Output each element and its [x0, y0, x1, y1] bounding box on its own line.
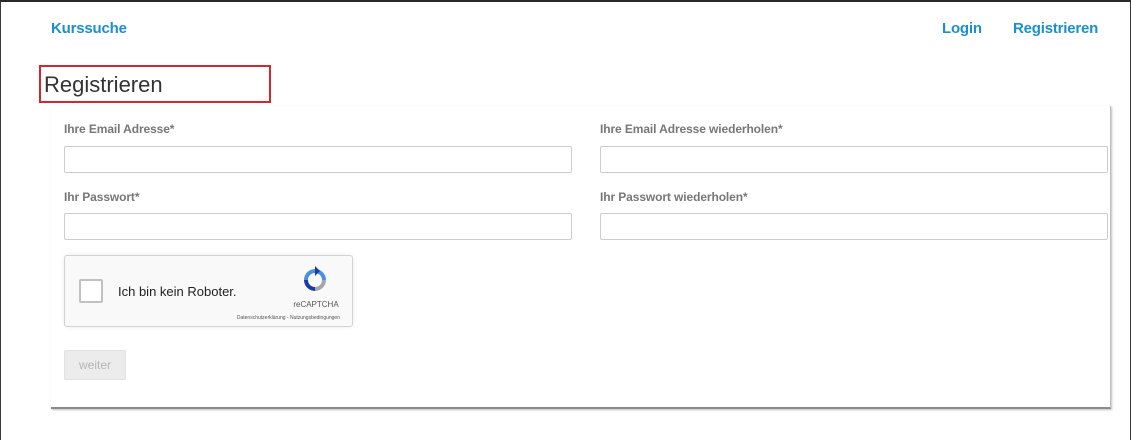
- weiter-button[interactable]: weiter: [64, 350, 126, 380]
- recaptcha-widget: Ich bin kein Roboter. reCAPTCHA Datensch…: [64, 255, 353, 327]
- recaptcha-checkbox[interactable]: [79, 279, 103, 303]
- nav-register-link[interactable]: Registrieren: [1013, 20, 1098, 37]
- password-label: Ihr Passwort*: [64, 190, 140, 204]
- recaptcha-label: Ich bin kein Roboter.: [118, 284, 237, 299]
- password-field[interactable]: [64, 213, 572, 240]
- top-divider: [0, 0, 1131, 2]
- password-repeat-field[interactable]: [600, 213, 1108, 240]
- password-repeat-label: Ihr Passwort wiederholen*: [600, 190, 748, 204]
- page-title: Registrieren: [44, 72, 163, 97]
- nav-kurssuche-link[interactable]: Kurssuche: [51, 20, 127, 37]
- recaptcha-brand: reCAPTCHA: [293, 300, 339, 309]
- recaptcha-terms-links[interactable]: Datenschutzerklärung - Nutzungsbedingung…: [237, 315, 340, 321]
- email-label: Ihre Email Adresse*: [64, 122, 175, 136]
- email-repeat-label: Ihre Email Adresse wiederholen*: [600, 122, 783, 136]
- recaptcha-logo-icon: [304, 266, 326, 291]
- nav-login-link[interactable]: Login: [942, 20, 982, 37]
- email-field[interactable]: [64, 146, 572, 173]
- email-repeat-field[interactable]: [600, 146, 1108, 173]
